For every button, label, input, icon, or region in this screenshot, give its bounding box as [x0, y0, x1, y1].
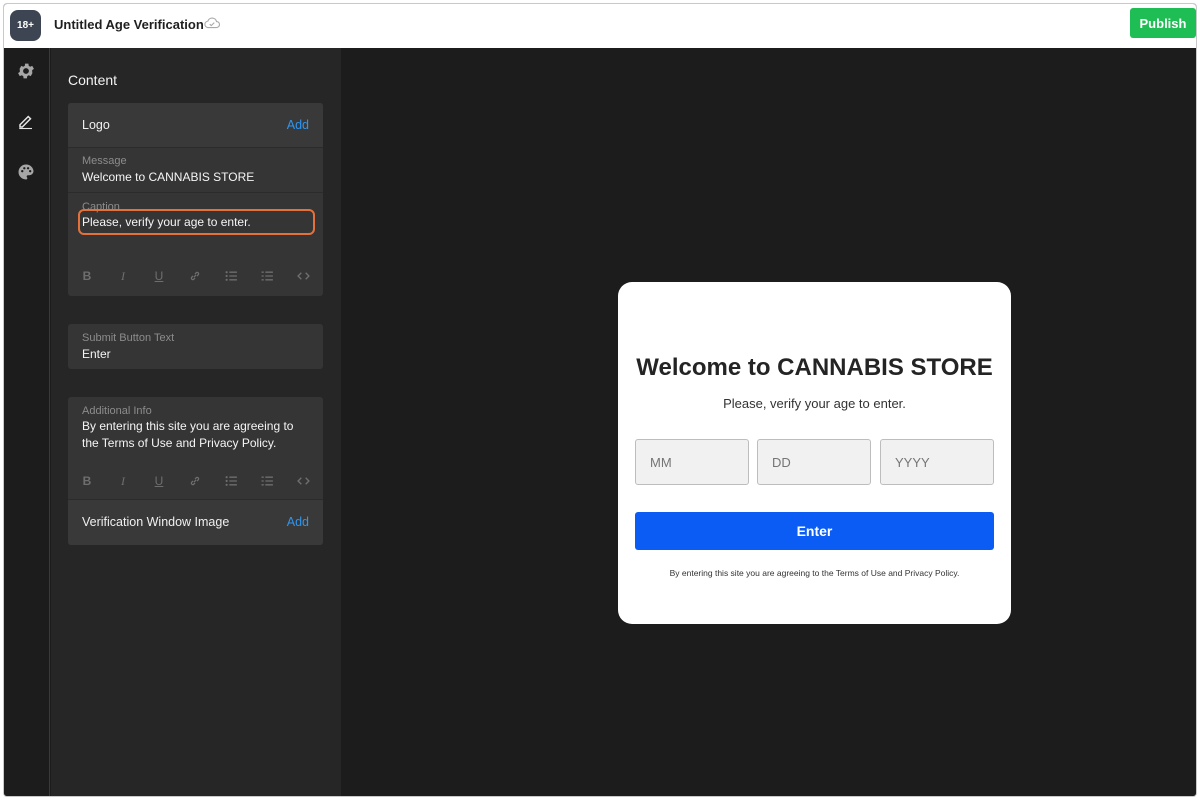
underline-icon[interactable]: U: [152, 474, 166, 488]
day-input[interactable]: [757, 439, 871, 485]
link-icon[interactable]: [188, 269, 202, 283]
link-icon[interactable]: [188, 474, 202, 488]
verification-image-row: Verification Window Image Add: [68, 500, 323, 545]
enter-button[interactable]: Enter: [635, 512, 994, 550]
underline-icon[interactable]: U: [152, 269, 166, 283]
content-card: Logo Add Message Welcome to CANNABIS STO…: [68, 103, 323, 296]
additional-card: Additional Info By entering this site yo…: [68, 397, 323, 545]
icon-rail: [4, 48, 50, 796]
logo-row: Logo Add: [68, 103, 323, 148]
cloud-check-icon: [204, 17, 220, 29]
code-icon[interactable]: [296, 474, 310, 488]
message-input[interactable]: Welcome to CANNABIS STORE: [82, 169, 309, 186]
year-input[interactable]: [880, 439, 994, 485]
additional-info-toolbar: B I U: [68, 474, 323, 494]
message-field[interactable]: Message Welcome to CANNABIS STORE: [68, 148, 323, 193]
modal-title: Welcome to CANNABIS STORE: [636, 354, 993, 381]
publish-button[interactable]: Publish: [1130, 8, 1196, 38]
bullet-list-icon[interactable]: [224, 474, 238, 488]
pen-icon[interactable]: [15, 110, 37, 132]
panel-title: Content: [68, 72, 118, 88]
verification-image-label: Verification Window Image: [82, 515, 230, 529]
logo-label: Logo: [82, 118, 110, 132]
submit-text-input[interactable]: Enter: [82, 346, 309, 363]
italic-icon[interactable]: I: [116, 474, 130, 488]
bold-icon[interactable]: B: [80, 474, 94, 488]
modal-info-text: By entering this site you are agreeing t…: [669, 568, 960, 578]
additional-info-input[interactable]: By entering this site you are agreeing t…: [82, 418, 309, 452]
numbered-list-icon[interactable]: [260, 269, 274, 283]
bold-icon[interactable]: B: [80, 269, 94, 283]
month-input[interactable]: [635, 439, 749, 485]
caption-input[interactable]: Please, verify your age to enter.: [82, 214, 309, 231]
preview-canvas: Welcome to CANNABIS STORE Please, verify…: [341, 48, 1196, 796]
app-window: 18+ Untitled Age Verification Publish Co…: [3, 3, 1197, 797]
document-title[interactable]: Untitled Age Verification: [54, 17, 204, 32]
caption-toolbar: B I U: [68, 269, 323, 289]
add-logo-button[interactable]: Add: [287, 118, 309, 132]
caption-field[interactable]: Caption Please, verify your age to enter…: [68, 193, 323, 296]
add-verification-image-button[interactable]: Add: [287, 515, 309, 529]
modal-caption: Please, verify your age to enter.: [723, 396, 906, 411]
additional-info-field[interactable]: Additional Info By entering this site yo…: [68, 397, 323, 500]
additional-info-label: Additional Info: [82, 405, 152, 417]
code-icon[interactable]: [296, 269, 310, 283]
palette-icon[interactable]: [15, 161, 37, 183]
app-badge[interactable]: 18+: [10, 10, 41, 41]
content-panel: Content Logo Add Message Welcome to CANN…: [51, 48, 341, 796]
submit-text-label: Submit Button Text: [82, 332, 175, 344]
submit-text-card[interactable]: Submit Button Text Enter: [68, 324, 323, 369]
italic-icon[interactable]: I: [116, 269, 130, 283]
numbered-list-icon[interactable]: [260, 474, 274, 488]
message-label: Message: [82, 155, 127, 167]
gear-icon[interactable]: [15, 60, 37, 82]
bullet-list-icon[interactable]: [224, 269, 238, 283]
age-verification-modal: Welcome to CANNABIS STORE Please, verify…: [618, 282, 1011, 624]
top-bar: 18+ Untitled Age Verification Publish: [4, 4, 1196, 48]
